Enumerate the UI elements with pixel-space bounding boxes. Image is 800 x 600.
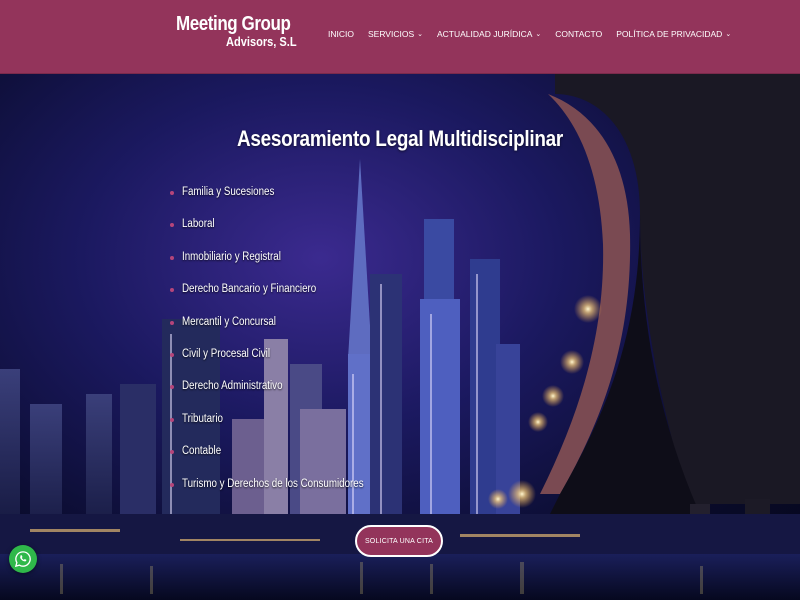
site-header: Meeting Group Advisors, S.L INICIO SERVI… bbox=[0, 0, 800, 74]
service-label: Contable bbox=[182, 445, 222, 458]
whatsapp-icon[interactable] bbox=[9, 545, 37, 573]
service-label: Tributario bbox=[182, 412, 223, 425]
service-label: Civil y Procesal Civil bbox=[182, 347, 271, 360]
hero-section: Asesoramiento Legal Multidisciplinar Fam… bbox=[0, 74, 800, 600]
bullet-icon bbox=[170, 255, 174, 260]
service-label: Inmobiliario y Registral bbox=[182, 250, 281, 263]
bullet-icon bbox=[170, 320, 174, 325]
service-item-laboral: Laboral bbox=[170, 218, 396, 250]
nav-label: POLÍTICA DE PRIVACIDAD bbox=[616, 29, 723, 39]
service-item-civil: Civil y Procesal Civil bbox=[170, 348, 396, 380]
nav-item-inicio[interactable]: INICIO bbox=[328, 29, 354, 39]
bullet-icon bbox=[170, 191, 174, 195]
whatsapp-glyph bbox=[14, 551, 31, 568]
service-item-bancario: Derecho Bancario y Financiero bbox=[170, 283, 396, 315]
service-item-mercantil: Mercantil y Concursal bbox=[170, 316, 396, 348]
request-appointment-button[interactable]: SOLICITA UNA CITA bbox=[355, 525, 443, 557]
logo-line-1: Meeting Group bbox=[176, 13, 291, 35]
service-item-familia: Familia y Sucesiones bbox=[170, 186, 396, 218]
nav-label: ACTUALIDAD JURÍDICA bbox=[437, 29, 533, 39]
service-label: Mercantil y Concursal bbox=[182, 315, 276, 328]
city-skyline-background bbox=[0, 74, 800, 600]
chevron-down-icon: ⌄ bbox=[535, 31, 542, 38]
service-label: Derecho Administrativo bbox=[182, 380, 283, 393]
logo-line-2: Advisors, S.L bbox=[226, 34, 297, 49]
bullet-icon bbox=[170, 482, 174, 487]
service-label: Laboral bbox=[182, 218, 215, 231]
nav-label: INICIO bbox=[328, 29, 354, 39]
service-item-tributario: Tributario bbox=[170, 413, 396, 445]
nav-item-politica-privacidad[interactable]: POLÍTICA DE PRIVACIDAD ⌄ bbox=[616, 29, 731, 39]
bullet-icon bbox=[170, 223, 174, 228]
bullet-icon bbox=[170, 450, 174, 455]
service-label: Familia y Sucesiones bbox=[182, 186, 275, 198]
main-nav: INICIO SERVICIOS ⌄ ACTUALIDAD JURÍDICA ⌄… bbox=[328, 29, 745, 39]
nav-label: SERVICIOS bbox=[367, 29, 415, 39]
services-list: Familia y Sucesiones Laboral Inmobiliari… bbox=[170, 186, 396, 510]
site-logo[interactable]: Meeting Group Advisors, S.L bbox=[176, 14, 311, 48]
service-item-inmobiliario: Inmobiliario y Registral bbox=[170, 251, 396, 283]
nav-item-contacto[interactable]: CONTACTO bbox=[555, 29, 602, 39]
chevron-down-icon: ⌄ bbox=[417, 31, 423, 38]
bullet-icon bbox=[170, 288, 174, 293]
service-item-contable: Contable bbox=[170, 445, 396, 477]
bullet-icon bbox=[170, 417, 174, 422]
nav-item-servicios[interactable]: SERVICIOS ⌄ bbox=[368, 29, 423, 39]
service-label: Derecho Bancario y Financiero bbox=[182, 283, 317, 296]
bullet-icon bbox=[170, 385, 174, 390]
service-label: Turismo y Derechos de los Consumidores bbox=[182, 477, 364, 490]
bullet-icon bbox=[170, 352, 174, 357]
chevron-down-icon: ⌄ bbox=[725, 31, 732, 38]
service-item-administrativo: Derecho Administrativo bbox=[170, 380, 396, 412]
nav-item-actualidad-juridica[interactable]: ACTUALIDAD JURÍDICA ⌄ bbox=[437, 29, 541, 39]
service-item-turismo: Turismo y Derechos de los Consumidores bbox=[170, 478, 396, 510]
hero-title: Asesoramiento Legal Multidisciplinar bbox=[236, 126, 564, 151]
nav-label: CONTACTO bbox=[555, 29, 603, 39]
